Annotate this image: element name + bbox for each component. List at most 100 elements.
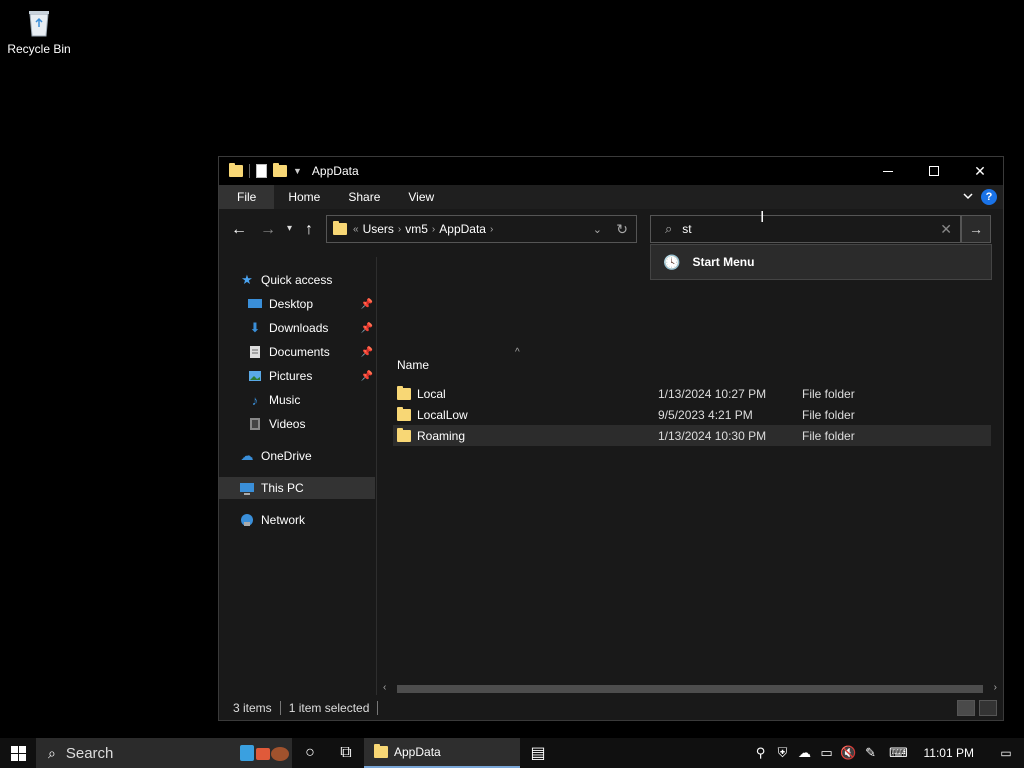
breadcrumb-chevron-icon[interactable]: › xyxy=(398,224,401,235)
notification-icon: ▭ xyxy=(1000,746,1012,760)
horizontal-scrollbar[interactable]: ‹ › xyxy=(379,681,1003,697)
nav-videos[interactable]: Videos xyxy=(247,413,375,435)
task-view-button[interactable]: ⧉ xyxy=(328,738,364,768)
status-bar: 3 items 1 item selected xyxy=(219,696,1003,720)
taskbar-search[interactable]: ⌕ Search xyxy=(36,738,292,768)
forward-arrow-icon[interactable]: → xyxy=(260,221,276,239)
nav-documents[interactable]: Documents 📌 xyxy=(247,341,375,363)
address-dropdown-icon[interactable]: ⌄ xyxy=(593,223,602,236)
file-row-locallow[interactable]: LocalLow 9/5/2023 4:21 PM File folder xyxy=(393,404,991,425)
nav-downloads[interactable]: ⬇ Downloads 📌 xyxy=(247,317,375,339)
onedrive-icon[interactable]: ☁ xyxy=(794,745,816,761)
overflow-crumbs[interactable]: « xyxy=(353,224,359,235)
minimize-button[interactable] xyxy=(865,157,911,185)
document-icon xyxy=(247,345,263,359)
help-icon[interactable]: ? xyxy=(981,189,997,205)
toolbar-separator xyxy=(249,164,250,178)
scroll-right-icon[interactable]: › xyxy=(994,682,997,693)
network-icon[interactable]: ▭ xyxy=(816,745,838,761)
quick-access-toolbar: ▼ xyxy=(219,163,302,178)
breadcrumb-chevron-icon[interactable]: › xyxy=(490,224,493,235)
pin-icon[interactable]: 📌 xyxy=(361,371,373,382)
address-bar[interactable]: « Users › vm5 › AppData › ⌄ ↻ xyxy=(326,215,637,243)
window-title: AppData xyxy=(311,164,359,178)
file-row-local[interactable]: Local 1/13/2024 10:27 PM File folder xyxy=(393,383,991,404)
search-icon: ⌕ xyxy=(665,221,673,236)
breadcrumb-chevron-icon[interactable]: › xyxy=(432,224,435,235)
breadcrumb-users[interactable]: Users xyxy=(363,222,394,236)
tab-share[interactable]: Share xyxy=(334,185,394,209)
recycle-bin-label: Recycle Bin xyxy=(7,42,71,56)
scrollbar-thumb[interactable] xyxy=(397,685,983,693)
customize-toolbar-icon[interactable]: ▼ xyxy=(293,166,302,176)
column-header-name[interactable]: Name xyxy=(397,353,429,377)
file-date: 1/13/2024 10:27 PM xyxy=(658,386,767,401)
up-arrow-icon[interactable]: ↑ xyxy=(305,221,313,239)
volume-icon[interactable]: 🔇 xyxy=(838,745,860,761)
nav-quick-access[interactable]: ★ Quick access xyxy=(239,269,395,291)
breadcrumb-vm5[interactable]: vm5 xyxy=(405,222,428,236)
pin-icon[interactable]: 📌 xyxy=(361,299,373,310)
pen-icon[interactable]: ✎ xyxy=(860,745,882,761)
back-arrow-icon[interactable]: ← xyxy=(231,221,247,239)
refresh-icon[interactable]: ↻ xyxy=(616,221,628,238)
nav-network[interactable]: Network xyxy=(239,509,395,531)
recycle-bin-icon xyxy=(24,6,54,38)
details-view-button[interactable] xyxy=(957,700,975,716)
tab-home[interactable]: Home xyxy=(274,185,334,209)
tab-view[interactable]: View xyxy=(394,185,448,209)
breadcrumb-appdata[interactable]: AppData xyxy=(439,222,486,236)
suggestion-label: Start Menu xyxy=(692,255,755,269)
folder-icon xyxy=(397,406,411,421)
tab-file[interactable]: File xyxy=(219,185,275,209)
nav-label: Network xyxy=(261,513,306,527)
security-icon[interactable]: ⛨ xyxy=(772,745,794,761)
folder-icon xyxy=(374,744,388,758)
start-button[interactable] xyxy=(0,738,36,768)
action-center-button[interactable]: ▭ xyxy=(988,746,1024,760)
recycle-bin-shortcut[interactable]: Recycle Bin xyxy=(4,6,74,56)
sort-ascending-icon: ^ xyxy=(515,347,520,358)
properties-icon[interactable] xyxy=(256,164,267,178)
pin-icon[interactable]: 📌 xyxy=(361,347,373,358)
search-box[interactable]: ⌕ ✕ xyxy=(650,215,961,243)
recent-locations-icon[interactable]: ▾ xyxy=(287,223,292,234)
close-button[interactable]: ✕ xyxy=(957,157,1003,185)
nav-music[interactable]: ♪ Music xyxy=(247,389,375,411)
star-icon: ★ xyxy=(241,272,253,287)
clock[interactable]: 11:01 PM xyxy=(924,746,974,760)
clear-search-icon[interactable]: ✕ xyxy=(940,221,952,238)
cortana-button[interactable]: ○ xyxy=(292,738,328,768)
text-cursor-icon: I xyxy=(760,209,765,226)
item-count: 3 items xyxy=(233,701,272,715)
search-go-button[interactable]: → xyxy=(961,215,991,243)
nav-label: Videos xyxy=(269,417,306,431)
nav-pictures[interactable]: Pictures 📌 xyxy=(247,365,375,387)
title-bar[interactable]: ▼ AppData ✕ xyxy=(219,157,1003,185)
nav-this-pc[interactable]: This PC xyxy=(219,477,375,499)
file-type: File folder xyxy=(802,386,855,401)
pin-icon[interactable]: 📌 xyxy=(361,323,373,334)
nav-label: OneDrive xyxy=(261,449,312,463)
search-input[interactable] xyxy=(682,222,923,236)
keyboard-icon[interactable]: ⌨ xyxy=(882,745,916,761)
minimize-icon xyxy=(883,170,893,172)
scroll-left-icon[interactable]: ‹ xyxy=(383,682,386,693)
nav-desktop[interactable]: Desktop 📌 xyxy=(247,293,375,315)
task-view-icon: ⧉ xyxy=(340,744,352,761)
taskbar-app-explorer[interactable]: AppData xyxy=(364,738,520,768)
maximize-button[interactable] xyxy=(911,157,957,185)
maximize-icon xyxy=(929,166,939,176)
file-list: Name ^ Local 1/13/2024 10:27 PM File fol… xyxy=(379,257,991,687)
taskbar-app-2[interactable]: ▤ xyxy=(520,738,556,768)
expand-ribbon-icon[interactable] xyxy=(963,192,973,203)
status-separator xyxy=(377,701,379,715)
people-icon[interactable]: ⚲ xyxy=(750,745,772,761)
new-folder-icon[interactable] xyxy=(273,163,287,177)
nav-onedrive[interactable]: ☁ OneDrive xyxy=(239,445,395,467)
taskbar: ⌕ Search ○ ⧉ AppData ▤ ⚲ ⛨ ☁ ▭ 🔇 ✎ ⌨ 11:… xyxy=(0,738,1024,768)
search-suggestion[interactable]: 🕓 Start Menu xyxy=(650,244,992,280)
large-icons-view-button[interactable] xyxy=(979,700,997,716)
file-row-roaming[interactable]: Roaming 1/13/2024 10:30 PM File folder xyxy=(393,425,991,446)
file-name: Roaming xyxy=(417,428,466,443)
